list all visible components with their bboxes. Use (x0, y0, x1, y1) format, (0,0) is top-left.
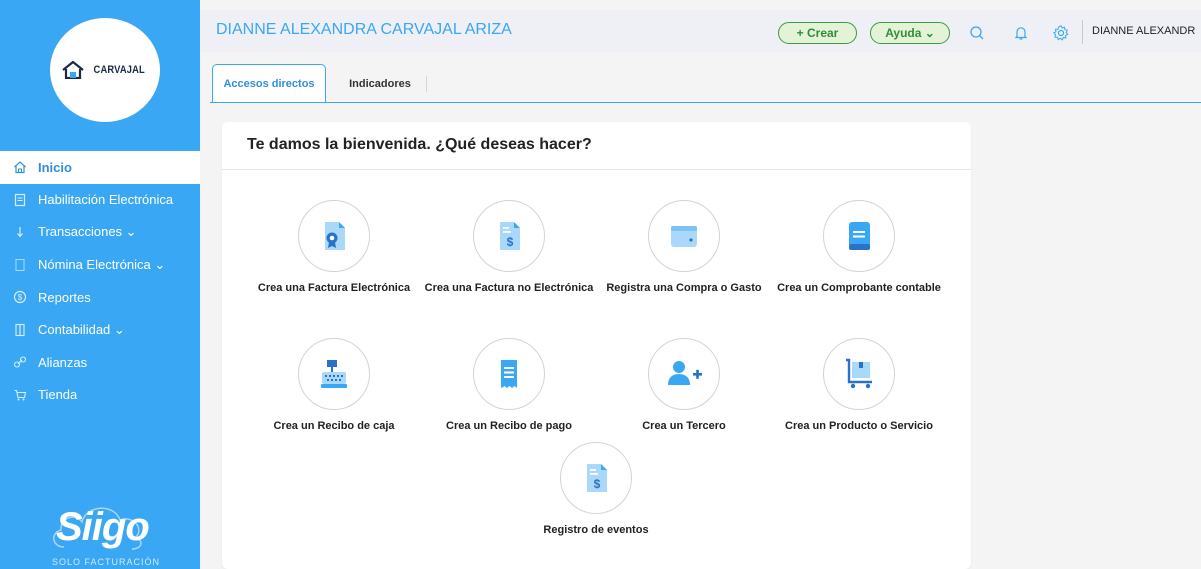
event-document-icon: $ (587, 464, 607, 492)
action-recibo-pago[interactable]: Crea un Recibo de pago (424, 338, 594, 434)
action-compra-gasto[interactable]: Registra una Compra o Gasto (599, 200, 769, 296)
action-comprobante-contable[interactable]: Crea un Comprobante contable (774, 200, 944, 296)
top-divider (1082, 20, 1083, 44)
action-label: Crea un Producto o Servicio (785, 420, 933, 432)
action-circle (823, 200, 895, 272)
action-factura-electronica[interactable]: Crea una Factura Electrónica (249, 200, 419, 296)
svg-text:$: $ (18, 293, 23, 302)
sidebar-item-habilitacion[interactable]: Habilitación Electrónica (0, 184, 200, 217)
logo-text: CARVAJAL (93, 64, 145, 76)
sidebar-item-nomina[interactable]: Nómina Electrónica ⌄ (0, 249, 200, 282)
action-circle (298, 338, 370, 410)
sidebar-item-label: Inicio (38, 159, 72, 175)
action-registro-eventos[interactable]: $ Registro de eventos (511, 442, 681, 538)
action-label: Crea un Comprobante contable (777, 282, 941, 294)
siigo-subtitle: SOLO FACTURACIÓN (52, 557, 161, 567)
tab-indicadores[interactable]: Indicadores (334, 64, 426, 103)
tab-accesos-directos[interactable]: Accesos directos (212, 64, 326, 103)
sidebar-item-inicio[interactable]: Inicio (0, 151, 200, 184)
action-label: Crea un Recibo de pago (446, 420, 572, 432)
action-circle (648, 338, 720, 410)
tab-divider (426, 76, 427, 92)
transfer-icon (12, 224, 28, 240)
cart-icon (12, 387, 28, 403)
action-label: Crea un Tercero (642, 420, 726, 432)
crear-button[interactable]: + Crear (778, 22, 857, 44)
company-title: DIANNE ALEXANDRA CARVAJAL ARIZA (216, 21, 512, 38)
dollar-icon: $ (12, 289, 28, 305)
sidebar-item-label: Habilitación Electrónica (38, 192, 174, 208)
svg-text:$: $ (507, 235, 514, 249)
receipt-icon (501, 360, 517, 388)
sidebar-item-contabilidad[interactable]: Contabilidad ⌄ (0, 314, 200, 347)
bell-icon[interactable] (1012, 24, 1030, 42)
sidebar-item-label: Reportes (38, 289, 91, 305)
action-factura-no-electronica[interactable]: $ Crea una Factura no Electrónica (424, 200, 594, 296)
action-circle (298, 200, 370, 272)
product-cart-icon (846, 358, 872, 389)
action-tercero[interactable]: Crea un Tercero (599, 338, 769, 434)
svg-text:$: $ (594, 477, 601, 491)
top-bar: DIANNE ALEXANDRA CARVAJAL ARIZA + Crear … (200, 10, 1201, 52)
sidebar-item-label: Transacciones ⌄ (38, 224, 137, 240)
sidebar-item-transacciones[interactable]: Transacciones ⌄ (0, 216, 200, 249)
sidebar-item-label: Tienda (38, 387, 78, 403)
carvajal-logo[interactable]: CARVAJAL (50, 18, 160, 122)
siigo-wordmark: Siigo (56, 505, 150, 549)
ledger-icon (12, 322, 28, 338)
house-logo-icon (62, 61, 84, 79)
user-menu[interactable]: DIANNE ALEXANDR (1092, 25, 1195, 37)
action-label: Crea una Factura Electrónica (257, 282, 411, 294)
sidebar-item-label: Nómina Electrónica ⌄ (38, 256, 166, 272)
card-divider (222, 169, 971, 170)
wallet-icon (671, 226, 697, 247)
action-label: Registra una Compra o Gasto (606, 282, 762, 294)
cash-register-icon (321, 360, 347, 388)
gear-icon[interactable] (1052, 24, 1070, 42)
sidebar-nav: Inicio Habilitación Electrónica Transacc… (0, 151, 200, 411)
link-icon (12, 354, 28, 370)
sidebar-item-reportes[interactable]: $ Reportes (0, 281, 200, 314)
action-circle (648, 200, 720, 272)
action-circle (823, 338, 895, 410)
action-circle: $ (560, 442, 632, 514)
sidebar: CARVAJAL Inicio Habilitación Electrónica… (0, 0, 200, 569)
sidebar-item-label: Contabilidad ⌄ (38, 321, 125, 337)
add-person-icon (668, 361, 702, 385)
ayuda-button[interactable]: Ayuda ⌄ (870, 22, 950, 44)
ledger-book-icon (849, 222, 870, 250)
sidebar-item-tienda[interactable]: Tienda (0, 379, 200, 412)
invoice-dollar-icon: $ (500, 222, 520, 250)
sidebar-item-label: Alianzas (38, 354, 88, 370)
payroll-icon (12, 257, 28, 273)
welcome-heading: Te damos la bienvenida. ¿Qué deseas hace… (247, 136, 592, 153)
tabs-underline (210, 102, 1201, 103)
action-label: Registro de eventos (543, 524, 649, 536)
action-producto-servicio[interactable]: Crea un Producto o Servicio (774, 338, 944, 434)
search-icon[interactable] (968, 24, 986, 42)
shortcuts-card: Te damos la bienvenida. ¿Qué deseas hace… (222, 122, 971, 569)
action-label: Crea un Recibo de caja (273, 420, 395, 432)
action-label: Crea una Factura no Electrónica (424, 282, 594, 294)
action-circle: $ (473, 200, 545, 272)
action-recibo-caja[interactable]: Crea un Recibo de caja (249, 338, 419, 434)
electronic-invoice-icon (325, 222, 345, 250)
document-icon (12, 192, 28, 208)
home-icon (12, 159, 28, 175)
action-circle (473, 338, 545, 410)
sidebar-item-alianzas[interactable]: Alianzas (0, 346, 200, 379)
